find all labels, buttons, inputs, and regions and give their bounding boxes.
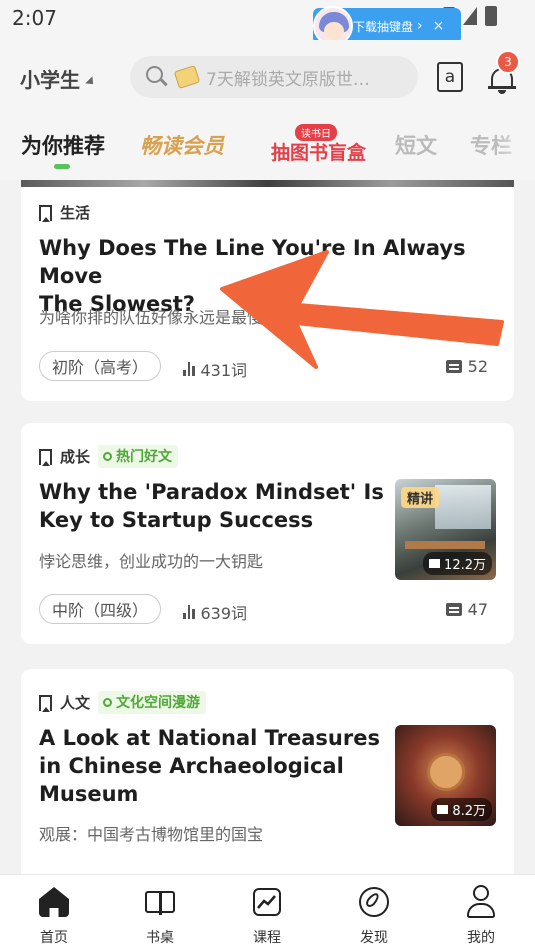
active-tab-indicator (54, 164, 70, 169)
bookmark-icon (39, 204, 52, 222)
top-header: 小学生 7天解锁英文原版世… a (0, 40, 535, 116)
article-card[interactable]: 生活 Why Does The Line You're In Always Mo… (21, 180, 514, 401)
read-count: 12.2万 (423, 552, 492, 575)
nav-me[interactable]: 我的 (451, 885, 511, 947)
compass-icon (357, 885, 391, 919)
read-count: 8.2万 (431, 798, 492, 821)
book-icon (437, 805, 449, 814)
article-card[interactable]: 人文 文化空间漫游 A Look at National Treasures i… (21, 669, 514, 899)
home-icon (37, 885, 71, 919)
article-subtitle: 观展：中国考古博物馆里的国宝 (39, 825, 264, 844)
category-row: 人文 文化空间漫游 (39, 691, 207, 714)
article-subtitle: 为啥你排的队伍好像永远是最慢的? (39, 308, 288, 327)
tabs-fade (495, 116, 535, 180)
nav-discover[interactable]: 发现 (344, 885, 404, 947)
dictionary-icon: a (444, 67, 456, 87)
category-row: 成长 热门好文 (39, 445, 179, 468)
tag-dot-icon (103, 697, 113, 707)
culture-tour-tag: 文化空间漫游 (98, 691, 207, 714)
caret-down-icon (85, 75, 97, 88)
bars-icon (183, 362, 195, 376)
status-time: 2:07 (12, 6, 57, 30)
comment-count[interactable]: 52 (445, 357, 488, 376)
reading-day-tag: 读书日 (295, 124, 337, 141)
book-icon (429, 559, 441, 568)
flag-icon (173, 65, 201, 89)
bookmark-icon (39, 694, 52, 712)
comment-count[interactable]: 47 (445, 600, 488, 619)
grade-selector[interactable]: 小学生 (20, 64, 97, 93)
category-row: 生活 (39, 202, 90, 223)
battery-icon (485, 6, 497, 26)
cover-image-edge (21, 180, 514, 187)
user-icon (464, 885, 498, 919)
bottom-nav: 首页 书桌 课程 发现 我的 (0, 874, 535, 951)
comment-icon (445, 603, 462, 616)
category-label: 人文 (60, 694, 91, 712)
tab-vip-reading[interactable]: 畅读会员 (140, 130, 224, 160)
search-placeholder: 7天解锁英文原版世… (206, 69, 370, 90)
article-thumbnail: 8.2万 (395, 725, 496, 826)
bookmark-icon (39, 448, 52, 466)
promo-close-button[interactable]: × (433, 18, 445, 34)
category-label: 生活 (60, 204, 91, 222)
article-title: A Look at National Treasures in Chinese … (39, 726, 380, 806)
dictionary-button[interactable]: a (437, 62, 463, 92)
article-subtitle: 悖论思维，创业成功的一大钥匙 (39, 552, 264, 571)
book-icon (143, 885, 177, 919)
word-count: 639词 (183, 600, 247, 624)
keyboard-promo-banner[interactable]: 下载抽键盘 › × (313, 6, 461, 46)
tag-dot-icon (103, 451, 113, 461)
article-thumbnail: 精讲 12.2万 (395, 479, 496, 580)
comment-icon (445, 360, 462, 373)
nav-desk[interactable]: 书桌 (130, 885, 190, 947)
notification-badge: 3 (496, 50, 520, 74)
search-input[interactable]: 7天解锁英文原版世… (130, 56, 418, 98)
promo-text: 下载抽键盘 (353, 19, 414, 34)
level-pill[interactable]: 初阶（高考） (39, 351, 162, 381)
tab-book-blind-box[interactable]: 抽图书盲盒 (271, 138, 366, 165)
category-label: 成长 (60, 448, 91, 466)
category-tabs: 为你推荐 畅读会员 抽图书盲盒 读书日 短文 专栏 (0, 116, 535, 180)
word-count: 431词 (183, 357, 247, 381)
search-icon (146, 66, 168, 88)
article-card[interactable]: 成长 热门好文 Why the 'Paradox Mindset' Is Key… (21, 423, 514, 644)
tab-short-articles[interactable]: 短文 (395, 130, 437, 160)
article-title: Why the 'Paradox Mindset' Is Key to Star… (39, 480, 384, 532)
grade-label: 小学生 (20, 68, 80, 92)
featured-tag: 精讲 (401, 487, 440, 508)
nav-home[interactable]: 首页 (24, 885, 84, 947)
signal-icon (463, 7, 477, 25)
nav-courses[interactable]: 课程 (237, 885, 297, 947)
bars-icon (183, 605, 195, 619)
level-pill[interactable]: 中阶（四级） (39, 594, 162, 624)
tab-recommended[interactable]: 为你推荐 (21, 130, 105, 160)
chart-icon (250, 885, 284, 919)
hot-article-tag: 热门好文 (98, 445, 179, 468)
promo-arrow-icon: › (417, 18, 423, 34)
